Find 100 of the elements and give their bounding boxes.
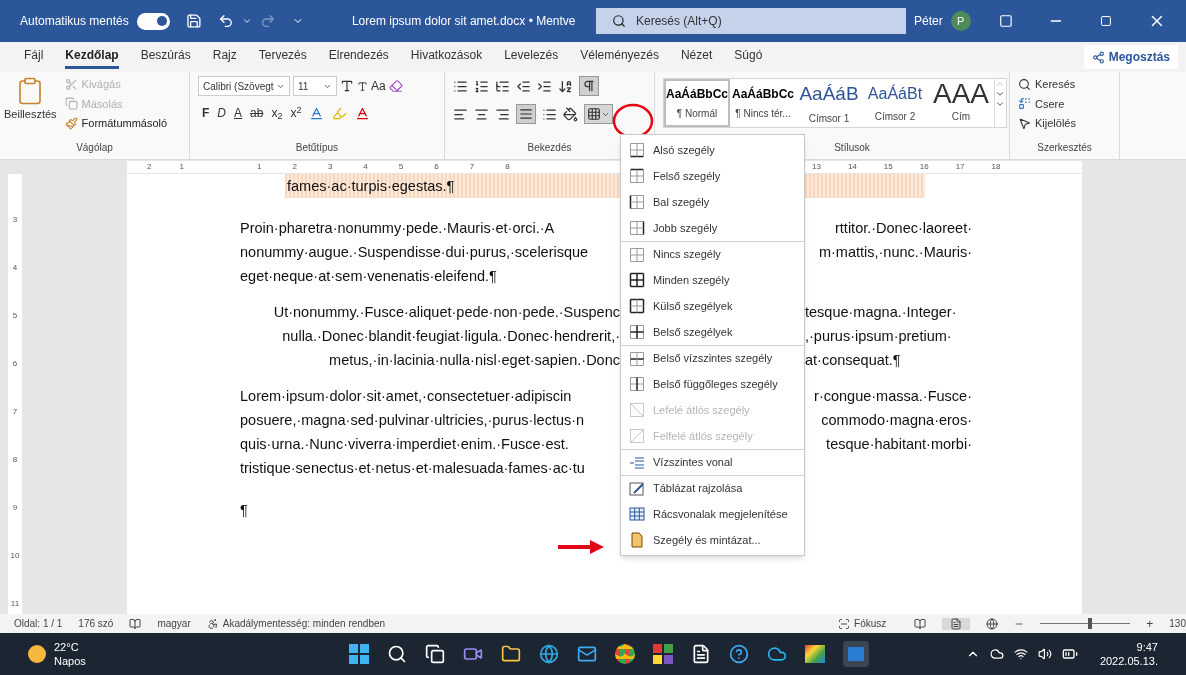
menu-item[interactable]: Táblázat rajzolása — [621, 475, 804, 501]
select-button[interactable]: Kijelölés — [1018, 115, 1111, 132]
grow-font-icon[interactable] — [340, 79, 354, 93]
font-name-field[interactable]: Calibri (Szövegt — [198, 76, 290, 96]
share-button[interactable]: Megosztás — [1083, 45, 1178, 69]
ribbon-tab[interactable]: Tervezés — [258, 45, 307, 69]
increase-indent-icon[interactable] — [537, 78, 552, 94]
weather-text[interactable]: Napos — [54, 654, 254, 668]
save-icon[interactable] — [186, 13, 203, 29]
ribbon-tab[interactable]: Beszúrás — [140, 45, 191, 69]
cloud-icon[interactable] — [989, 647, 1004, 661]
search-icon[interactable] — [387, 644, 407, 664]
paste-button[interactable]: Beillesztés — [4, 76, 57, 132]
windows-icon[interactable] — [349, 644, 369, 664]
show-marks-button[interactable] — [579, 76, 599, 96]
document-icon[interactable] — [691, 644, 711, 664]
temperature[interactable]: 22°C — [54, 640, 254, 654]
wifi-icon[interactable] — [1013, 647, 1028, 661]
zoom-in-button[interactable]: + — [1146, 614, 1154, 633]
proofing-icon[interactable] — [129, 617, 142, 630]
search-field[interactable]: Keresés (Alt+Q) — [595, 8, 906, 34]
font-size-field[interactable]: 11 — [293, 76, 337, 96]
folder-icon[interactable] — [501, 644, 521, 664]
caret-icon[interactable] — [242, 16, 253, 26]
bullets-icon[interactable] — [453, 78, 468, 94]
line-spacing-icon[interactable] — [542, 106, 557, 122]
italic-button[interactable]: D — [217, 104, 226, 122]
style-preset[interactable]: AaÁáBbCc ¶ Nincs tér... — [730, 79, 796, 127]
user-avatar[interactable]: P — [950, 11, 971, 31]
font-color-icon[interactable] — [355, 105, 371, 121]
ribbon-tab[interactable]: Kezdőlap — [65, 45, 119, 69]
style-preset[interactable]: AaÁáBt Címsor 2 — [862, 79, 928, 127]
menu-item[interactable]: Szegély és mintázat... — [621, 527, 804, 553]
word-count[interactable]: 176 szó — [78, 616, 114, 631]
ribbon-tab[interactable]: Rajz — [212, 45, 237, 69]
sort-icon[interactable] — [558, 78, 573, 94]
borders-button[interactable] — [584, 104, 613, 124]
style-preset[interactable]: AaÁáBbCc ¶ Normál — [664, 79, 730, 127]
ribbon-tab[interactable]: Véleményezés — [580, 45, 659, 69]
decrease-indent-icon[interactable] — [516, 78, 531, 94]
zoom-percent[interactable]: 130 — [1169, 616, 1186, 631]
browser-icon[interactable] — [539, 644, 559, 664]
ribbon-tab[interactable]: Levelezés — [504, 45, 559, 69]
autosave-toggle[interactable] — [136, 12, 171, 30]
more-styles-icon[interactable] — [995, 99, 1005, 109]
menu-item[interactable]: Belső szegélyek — [621, 319, 804, 345]
menu-item[interactable]: Alsó szegély — [621, 137, 804, 163]
user-name[interactable]: Péter — [914, 12, 943, 30]
underline-button[interactable]: A — [234, 104, 243, 122]
menu-item[interactable]: Vízszintes vonal — [621, 449, 804, 475]
style-preset[interactable]: AaÁáB Címsor 1 — [796, 79, 862, 127]
ribbon-tab[interactable]: Elrendezés — [328, 45, 389, 69]
accessibility-status[interactable]: Akadálymentesség: minden rendben — [206, 616, 386, 631]
task-view-icon[interactable] — [425, 644, 445, 664]
document-title[interactable]: Lorem ipsum dolor sit amet.docx • Mentve — [351, 12, 580, 30]
mail-icon[interactable] — [577, 644, 597, 664]
clock-time[interactable]: 9:47 — [1136, 640, 1158, 654]
maximize-icon[interactable] — [1100, 15, 1113, 27]
weather-icon[interactable] — [28, 645, 46, 663]
subscript-button[interactable]: x$_{2}$ — [271, 104, 283, 122]
painter-button[interactable]: Formátummásoló — [64, 115, 168, 132]
battery-icon[interactable] — [1061, 646, 1078, 662]
menu-item[interactable]: Minden szegély — [621, 267, 804, 293]
menu-item[interactable]: Jobb szegély — [621, 215, 804, 241]
help-icon[interactable] — [729, 644, 749, 664]
print-layout-icon[interactable] — [950, 617, 963, 630]
shading-icon[interactable] — [563, 106, 578, 122]
find-button[interactable]: Keresés — [1018, 76, 1111, 93]
language[interactable]: magyar — [157, 616, 191, 631]
tiles-icon[interactable] — [653, 644, 673, 664]
clock-date[interactable]: 2022.05.13. — [1099, 654, 1158, 668]
ribbon-tab[interactable]: Fájl — [24, 45, 44, 69]
ribbon-display-icon[interactable] — [998, 14, 1013, 28]
zoom-thumb[interactable] — [1087, 618, 1092, 629]
change-case-button[interactable]: Aa — [371, 77, 386, 95]
menu-item[interactable]: Nincs szegély — [621, 241, 804, 267]
style-preset[interactable]: AAA Cím — [928, 79, 994, 127]
read-mode-icon[interactable] — [914, 617, 927, 630]
scroll-down-icon[interactable] — [995, 89, 1005, 99]
undo-icon[interactable] — [218, 13, 235, 29]
replace-button[interactable]: Csere — [1018, 95, 1111, 112]
bold-button[interactable]: F — [202, 104, 210, 122]
menu-item[interactable]: Belső vízszintes szegély — [621, 345, 804, 371]
superscript-button[interactable]: x$^{2}$ — [290, 104, 302, 122]
text-effects-icon[interactable] — [309, 105, 325, 121]
ribbon-tab[interactable]: Hivatkozások — [410, 45, 483, 69]
page-count[interactable]: Oldal: 1 / 1 — [14, 616, 63, 631]
strikethrough-button[interactable]: ab — [250, 104, 264, 122]
justify-button[interactable] — [516, 104, 536, 124]
menu-item[interactable]: Belső függőleges szegély — [621, 371, 804, 397]
align-left-icon[interactable] — [453, 106, 468, 122]
align-center-icon[interactable] — [474, 106, 489, 122]
color-spectrum-icon[interactable] — [805, 645, 825, 663]
numbering-icon[interactable] — [474, 78, 489, 94]
menu-item[interactable]: Külső szegélyek — [621, 293, 804, 319]
volume-icon[interactable] — [1037, 647, 1052, 661]
multilevel-list-icon[interactable] — [495, 78, 510, 94]
web-layout-icon[interactable] — [986, 617, 999, 630]
clear-formatting-icon[interactable] — [388, 79, 403, 93]
focus-button[interactable]: Fókusz — [838, 616, 887, 631]
